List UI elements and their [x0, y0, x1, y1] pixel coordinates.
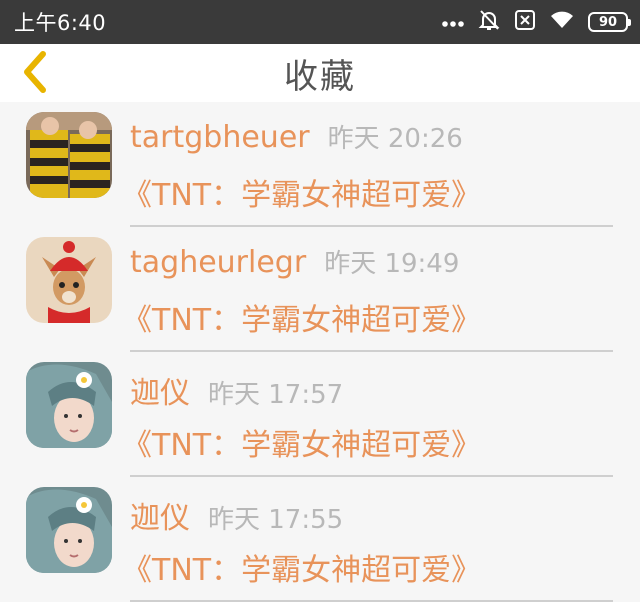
timestamp: 昨天 19:49 — [324, 249, 460, 279]
chevron-left-icon — [19, 50, 49, 98]
avatar[interactable] — [26, 237, 112, 323]
timestamp: 昨天 20:26 — [327, 124, 463, 154]
item-subject[interactable]: 《TNT：学霸女神超可爱》 — [122, 420, 612, 464]
item-meta: tartgbheuer 昨天 20:26 — [130, 118, 612, 162]
avatar[interactable] — [26, 112, 112, 198]
timestamp: 昨天 17:55 — [208, 505, 344, 535]
status-time: 上午6:40 — [14, 11, 107, 35]
username[interactable]: tartgbheuer — [130, 120, 310, 155]
battery-level: 90 — [598, 14, 618, 30]
username[interactable]: 迦仪 — [130, 493, 190, 537]
list-item[interactable]: 迦仪 昨天 17:57 《TNT：学霸女神超可爱》 — [0, 352, 640, 477]
item-content: 迦仪 昨天 17:57 《TNT：学霸女神超可爱》 — [122, 368, 612, 464]
username[interactable]: 迦仪 — [130, 368, 190, 412]
list-item[interactable]: 迦仪 昨天 17:55 《TNT：学霸女神超可爱》 — [0, 477, 640, 602]
item-content: 迦仪 昨天 17:55 《TNT：学霸女神超可爱》 — [122, 493, 612, 589]
mute-bell-icon — [478, 9, 500, 35]
navbar: 收藏 — [0, 44, 640, 102]
item-meta: 迦仪 昨天 17:57 — [130, 368, 612, 412]
list-item[interactable]: tagheurlegr 昨天 19:49 《TNT：学霸女神超可爱》 — [0, 227, 640, 352]
item-meta: tagheurlegr 昨天 19:49 — [130, 243, 612, 287]
favorites-list: tartgbheuer 昨天 20:26 《TNT：学霸女神超可爱》 taghe… — [0, 102, 640, 602]
item-content: tagheurlegr 昨天 19:49 《TNT：学霸女神超可爱》 — [122, 243, 612, 339]
item-subject[interactable]: 《TNT：学霸女神超可爱》 — [122, 545, 612, 589]
item-subject[interactable]: 《TNT：学霸女神超可爱》 — [122, 170, 612, 214]
page-title: 收藏 — [284, 56, 356, 97]
back-button[interactable] — [14, 50, 54, 98]
status-bar: 上午6:40 90 — [0, 0, 640, 44]
sim-x-icon — [514, 9, 536, 35]
avatar[interactable] — [26, 487, 112, 573]
more-dots-icon — [442, 13, 464, 32]
avatar[interactable] — [26, 362, 112, 448]
username[interactable]: tagheurlegr — [130, 245, 306, 280]
list-item[interactable]: tartgbheuer 昨天 20:26 《TNT：学霸女神超可爱》 — [0, 102, 640, 227]
battery-icon: 90 — [588, 12, 631, 32]
timestamp: 昨天 17:57 — [208, 380, 344, 410]
item-subject[interactable]: 《TNT：学霸女神超可爱》 — [122, 295, 612, 339]
item-content: tartgbheuer 昨天 20:26 《TNT：学霸女神超可爱》 — [122, 118, 612, 214]
item-meta: 迦仪 昨天 17:55 — [130, 493, 612, 537]
wifi-icon — [550, 10, 574, 34]
status-icons: 90 — [442, 9, 631, 35]
